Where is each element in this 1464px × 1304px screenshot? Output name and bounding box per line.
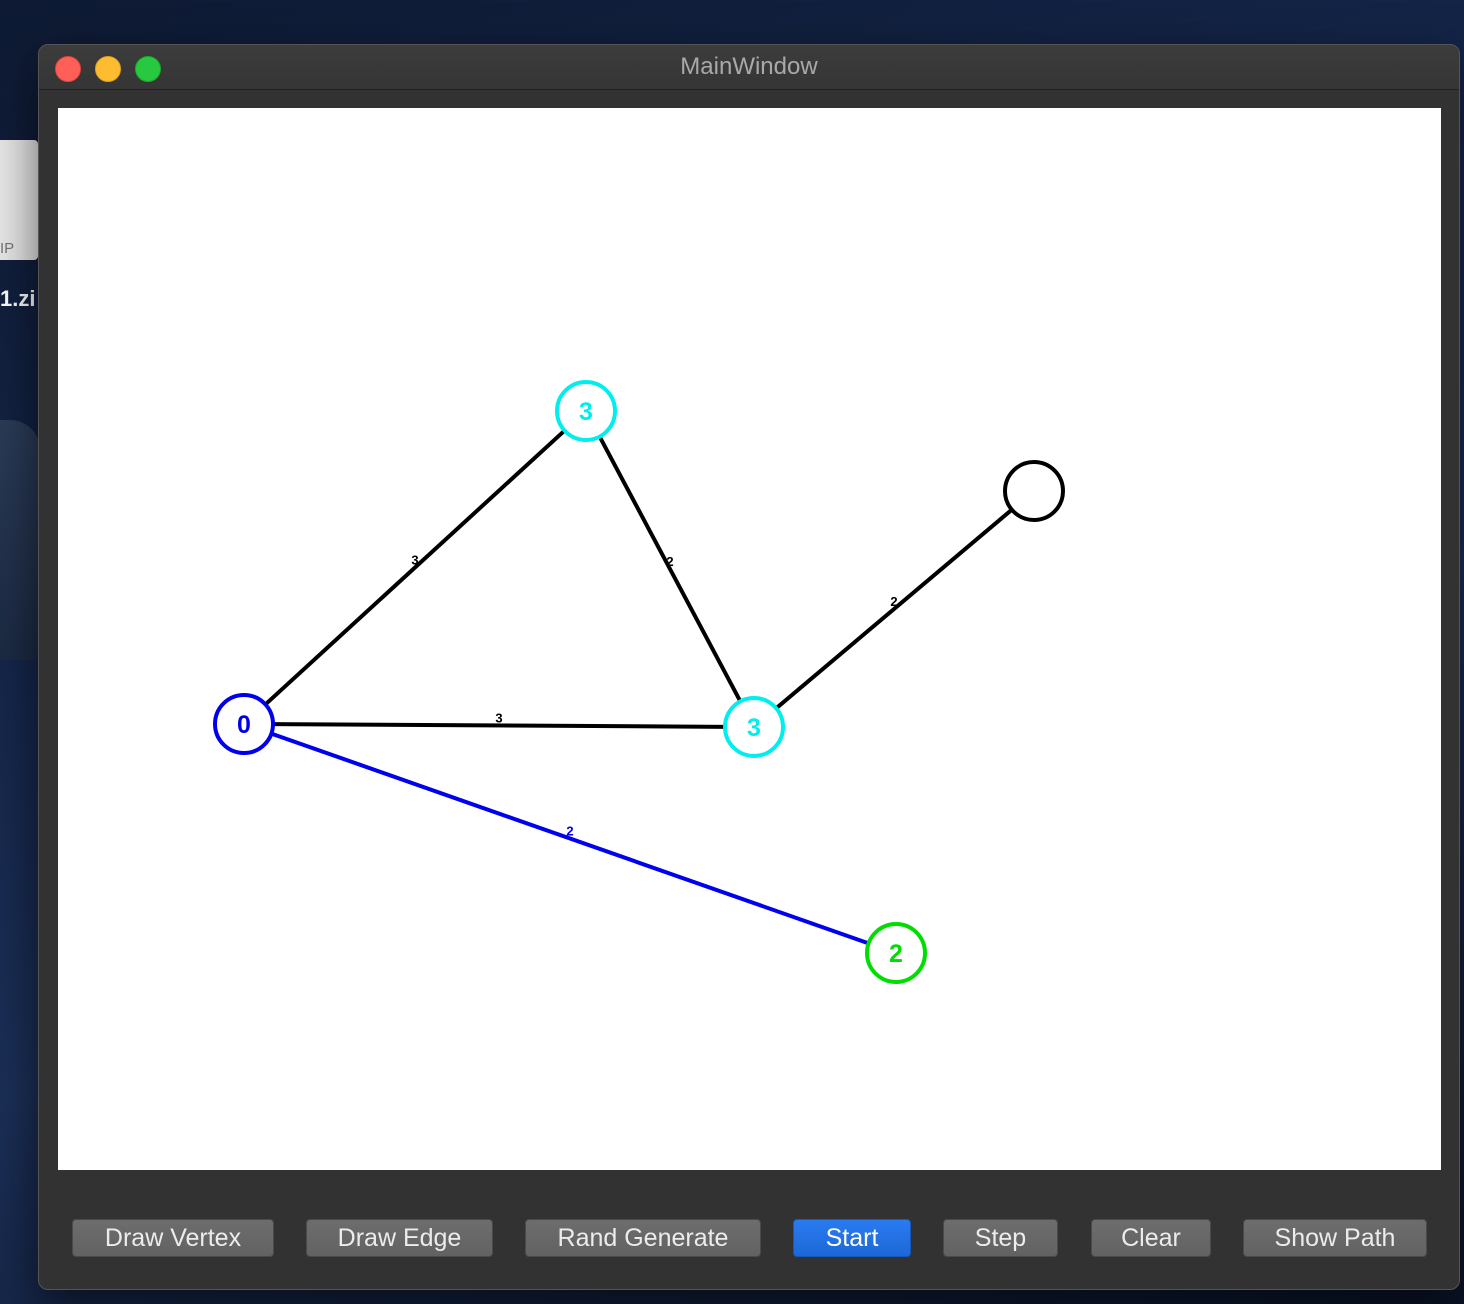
graph-vertex-d[interactable]: [1003, 460, 1065, 522]
vertex-label: 3: [747, 714, 761, 742]
draw-vertex-button[interactable]: Draw Vertex: [72, 1219, 274, 1257]
toolbar: Draw Vertex Draw Edge Rand Generate Star…: [39, 1215, 1459, 1265]
step-button[interactable]: Step: [943, 1219, 1058, 1257]
main-window: MainWindow 3 2 3 2 2 0 3 3 2 Draw Vertex Draw Ed…: [38, 44, 1460, 1290]
edge-weight-label: 2: [666, 554, 673, 569]
start-button[interactable]: Start: [793, 1219, 911, 1257]
edge-weight-label: 3: [495, 711, 502, 726]
edge-weight-label: 2: [890, 594, 897, 609]
graph-canvas[interactable]: 3 2 3 2 2 0 3 3 2: [58, 108, 1441, 1170]
graph-edge-c-d[interactable]: [774, 508, 1014, 710]
vertex-label: 3: [579, 398, 593, 426]
desktop-file-name[interactable]: 1.zi: [0, 286, 38, 312]
desktop-wallpaper-rock: [0, 420, 40, 660]
vertex-label: 0: [237, 711, 251, 739]
desktop-file-type-label: IP: [0, 240, 15, 257]
graph-edge-b-c[interactable]: [597, 435, 743, 703]
graph-drawing[interactable]: 3 2 3 2 2 0 3 3 2: [58, 108, 1441, 1170]
show-path-button[interactable]: Show Path: [1243, 1219, 1427, 1257]
graph-edge-a-b[interactable]: [264, 429, 566, 706]
draw-edge-button[interactable]: Draw Edge: [306, 1219, 493, 1257]
edge-weight-label: 2: [566, 824, 573, 839]
vertex-label: 2: [889, 940, 903, 968]
rand-generate-button[interactable]: Rand Generate: [525, 1219, 761, 1257]
title-bar[interactable]: MainWindow: [39, 45, 1459, 90]
edge-weight-label: 3: [411, 553, 418, 568]
clear-button[interactable]: Clear: [1091, 1219, 1211, 1257]
graph-edge-a-e[interactable]: [270, 731, 870, 946]
window-title: MainWindow: [680, 53, 818, 80]
